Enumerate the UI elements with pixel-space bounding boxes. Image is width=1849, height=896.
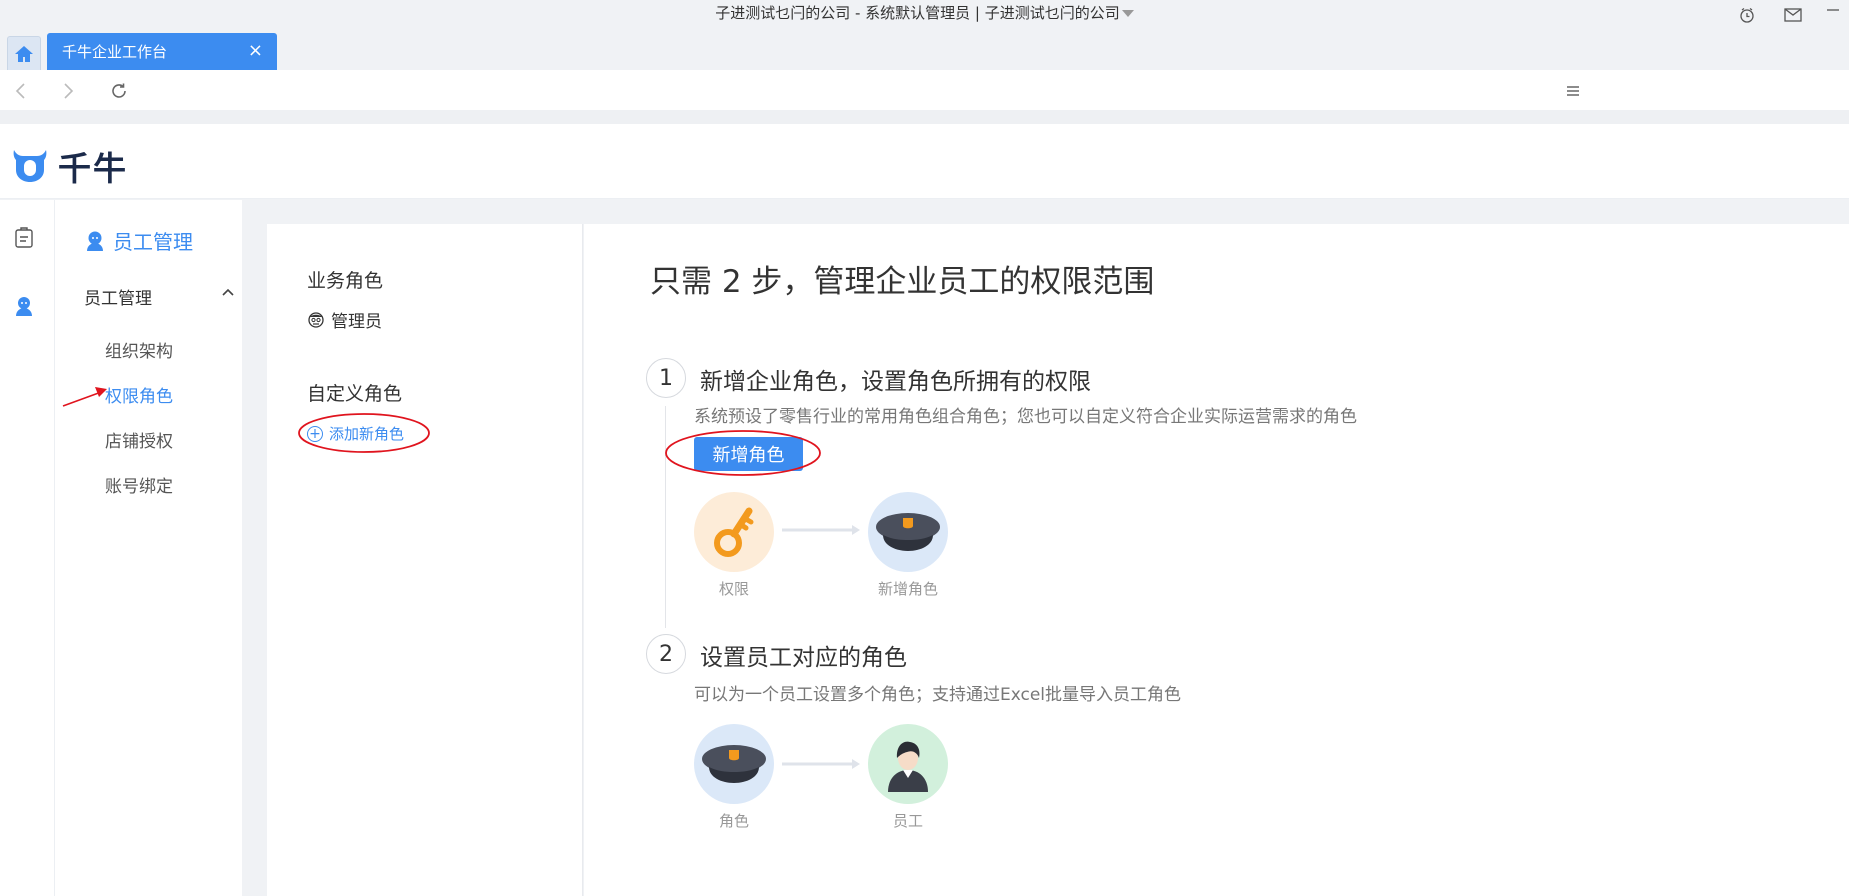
app-logo-text: 千牛 bbox=[58, 149, 128, 188]
role-item-label: 管理员 bbox=[331, 312, 382, 332]
arrow-right-icon bbox=[782, 759, 860, 769]
officer-cap-icon bbox=[694, 724, 774, 804]
add-new-role-label: 添加新角色 bbox=[329, 425, 405, 443]
custom-roles-title: 自定义角色 bbox=[307, 383, 403, 405]
home-icon bbox=[15, 45, 33, 62]
tab-qianniu-workbench[interactable]: 千牛企业工作台 × bbox=[47, 33, 277, 70]
clipboard-icon[interactable] bbox=[12, 226, 36, 250]
forward-icon[interactable] bbox=[58, 80, 80, 102]
step-title-1: 新增企业角色，设置角色所拥有的权限 bbox=[700, 369, 1091, 395]
user-icon[interactable] bbox=[12, 294, 36, 318]
browser-navbar bbox=[0, 70, 1849, 110]
tab-bar: 千牛企业工作台 × bbox=[0, 28, 1849, 70]
key-icon bbox=[694, 492, 774, 572]
step-desc-1: 系统预设了零售行业的常用角色组合角色；您也可以自定义符合企业实际运营需求的角色 bbox=[694, 407, 1357, 427]
window-title-wrap[interactable]: 子进测试乜闩的公司 - 系统默认管理员 | 子进测试乜闩的公司 bbox=[0, 2, 1849, 23]
business-roles-title: 业务角色 bbox=[307, 270, 384, 292]
chevron-up-icon[interactable] bbox=[222, 284, 234, 300]
refresh-icon[interactable] bbox=[108, 80, 130, 102]
window-title: 子进测试乜闩的公司 - 系统默认管理员 | 子进测试乜闩的公司 bbox=[715, 4, 1120, 22]
close-icon[interactable]: × bbox=[248, 42, 263, 60]
app-logo[interactable]: 千牛 bbox=[12, 142, 128, 190]
minimize-icon[interactable] bbox=[1822, 0, 1844, 20]
step-number-1: 1 bbox=[646, 358, 686, 398]
back-icon[interactable] bbox=[9, 80, 31, 102]
side-menu-header: 员工管理 bbox=[85, 226, 193, 255]
sidebar-item-org-structure[interactable]: 组织架构 bbox=[105, 337, 173, 362]
app-header: 千牛 bbox=[0, 124, 1849, 199]
add-role-button[interactable]: 新增角色 bbox=[694, 437, 803, 471]
menu-icon[interactable] bbox=[1562, 80, 1584, 102]
add-new-role-link[interactable]: + 添加新角色 bbox=[307, 423, 404, 444]
arrow-right-icon bbox=[782, 525, 860, 535]
mail-icon[interactable] bbox=[1782, 5, 1804, 25]
step1-from-label: 权限 bbox=[718, 580, 749, 598]
step-title-2: 设置员工对应的角色 bbox=[700, 645, 907, 671]
step2-to-label: 员工 bbox=[892, 812, 923, 830]
tab-label: 千牛企业工作台 bbox=[62, 43, 168, 61]
caret-down-icon[interactable] bbox=[1121, 10, 1134, 17]
menu-group-staff[interactable]: 员工管理 bbox=[84, 284, 234, 309]
divider bbox=[0, 110, 1849, 124]
icon-rail bbox=[0, 200, 55, 896]
side-menu-title: 员工管理 bbox=[113, 230, 193, 254]
window-titlebar: 子进测试乜闩的公司 - 系统默认管理员 | 子进测试乜闩的公司 bbox=[0, 0, 1849, 28]
qianniu-logo-icon bbox=[13, 150, 47, 182]
step-number-2: 2 bbox=[646, 634, 686, 674]
guide-panel: 只需 2 步，管理企业员工的权限范围 1 新增企业角色，设置角色所拥有的权限 系… bbox=[584, 224, 1849, 896]
step-connector-line bbox=[665, 406, 666, 628]
page-title: 只需 2 步，管理企业员工的权限范围 bbox=[650, 264, 1155, 300]
user-icon bbox=[87, 231, 103, 251]
plus-circle-icon: + bbox=[307, 425, 323, 442]
role-item-admin[interactable]: 管理员 bbox=[307, 307, 382, 332]
admin-avatar-icon bbox=[308, 311, 324, 328]
sidebar-item-account-binding[interactable]: 账号绑定 bbox=[105, 472, 173, 497]
home-tab[interactable] bbox=[7, 36, 41, 70]
sidebar-item-permission-roles[interactable]: 权限角色 bbox=[105, 382, 173, 407]
officer-cap-icon bbox=[868, 492, 948, 572]
sidebar-item-store-auth[interactable]: 店铺授权 bbox=[105, 427, 173, 452]
roles-panel: 业务角色 管理员 自定义角色 + 添加新角色 bbox=[267, 224, 583, 896]
side-menu: 员工管理 员工管理 组织架构 权限角色 店铺授权 账号绑定 bbox=[55, 200, 242, 896]
step1-to-label: 新增角色 bbox=[877, 580, 938, 598]
menu-group-label: 员工管理 bbox=[84, 289, 152, 309]
step-desc-2: 可以为一个员工设置多个角色；支持通过Excel批量导入员工角色 bbox=[694, 685, 1182, 705]
step2-from-label: 角色 bbox=[718, 812, 749, 830]
employee-avatar-icon bbox=[868, 724, 948, 804]
alarm-icon[interactable] bbox=[1736, 5, 1758, 25]
